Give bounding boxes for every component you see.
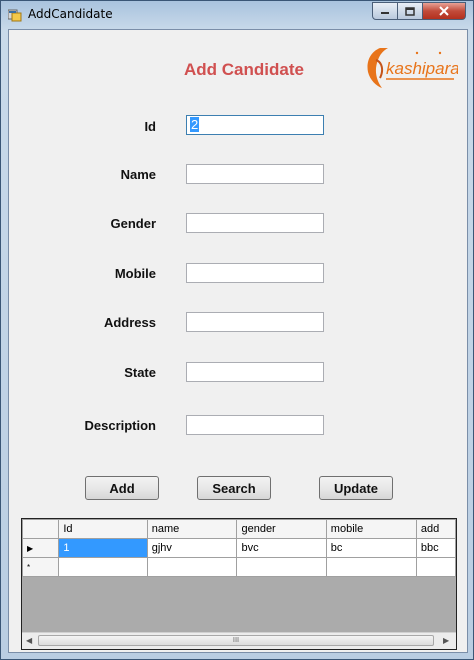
grid-corner-header — [22, 519, 60, 539]
grid-cell-name[interactable]: gjhv — [146, 538, 238, 558]
add-button[interactable]: Add — [85, 476, 159, 500]
candidate-grid[interactable]: Id name gender mobile add ▶ 1 gjhv bvc b… — [21, 518, 457, 650]
id-input[interactable]: 2 — [186, 115, 324, 135]
window-title: AddCandidate — [28, 7, 113, 21]
horizontal-scrollbar[interactable]: ◀ III ▶ — [22, 632, 456, 649]
app-icon — [8, 9, 22, 22]
grid-cell-address[interactable]: bbc — [415, 538, 456, 558]
app-window: AddCandidate Add Candidate kashipara Id … — [0, 0, 474, 660]
update-button[interactable]: Update — [319, 476, 393, 500]
mobile-input[interactable] — [186, 263, 324, 283]
column-header-address[interactable]: add — [415, 519, 456, 539]
kashipara-logo: kashipara — [367, 48, 458, 88]
column-header-mobile[interactable]: mobile — [325, 519, 417, 539]
description-input[interactable] — [186, 415, 324, 435]
gender-input[interactable] — [186, 213, 324, 233]
row-indicator-current-icon[interactable]: ▶ — [22, 538, 60, 558]
maximize-button[interactable] — [397, 2, 423, 20]
name-label: Name — [120, 167, 156, 182]
page-title: Add Candidate — [184, 60, 304, 79]
close-button[interactable] — [422, 2, 466, 20]
svg-text:kashipara: kashipara — [386, 59, 458, 78]
grid-header-row: Id name gender mobile add — [22, 519, 456, 539]
scroll-grip: III — [232, 636, 240, 644]
form-client-area: Add Candidate kashipara Id 2 Name Gender… — [8, 29, 468, 653]
grid-cell-name[interactable] — [146, 557, 238, 577]
grid-cell-address[interactable] — [415, 557, 456, 577]
row-indicator-new-icon[interactable]: * — [22, 557, 60, 577]
scroll-right-icon[interactable]: ▶ — [443, 636, 449, 645]
grid-cell-gender[interactable] — [236, 557, 327, 577]
description-label: Description — [84, 418, 156, 433]
minimize-icon — [381, 12, 389, 14]
grid-cell-id[interactable] — [58, 557, 148, 577]
address-input[interactable] — [186, 312, 324, 332]
name-input[interactable] — [186, 164, 324, 184]
table-row-new[interactable]: * — [22, 557, 456, 577]
state-input[interactable] — [186, 362, 324, 382]
grid-cell-gender[interactable]: bvc — [236, 538, 327, 558]
address-label: Address — [103, 315, 156, 330]
close-icon — [439, 6, 449, 16]
grid-cell-mobile[interactable] — [325, 557, 417, 577]
id-label: Id — [144, 119, 156, 134]
state-label: State — [124, 365, 156, 380]
grid-cell-id[interactable]: 1 — [58, 538, 148, 558]
column-header-gender[interactable]: gender — [236, 519, 327, 539]
column-header-id[interactable]: Id — [58, 519, 148, 539]
column-header-name[interactable]: name — [146, 519, 238, 539]
minimize-button[interactable] — [372, 2, 398, 20]
table-row[interactable]: ▶ 1 gjhv bvc bc bbc — [22, 538, 456, 558]
grid-cell-mobile[interactable]: bc — [325, 538, 417, 558]
scroll-left-icon[interactable]: ◀ — [26, 636, 32, 645]
search-button[interactable]: Search — [197, 476, 271, 500]
title-bar[interactable]: AddCandidate — [1, 1, 473, 29]
gender-label: Gender — [110, 216, 156, 231]
id-input-value: 2 — [190, 117, 200, 132]
scroll-thumb[interactable]: III — [38, 635, 434, 646]
maximize-icon — [405, 6, 415, 16]
grid-table: Id name gender mobile add ▶ 1 gjhv bvc b… — [22, 519, 456, 577]
mobile-label: Mobile — [114, 266, 156, 281]
